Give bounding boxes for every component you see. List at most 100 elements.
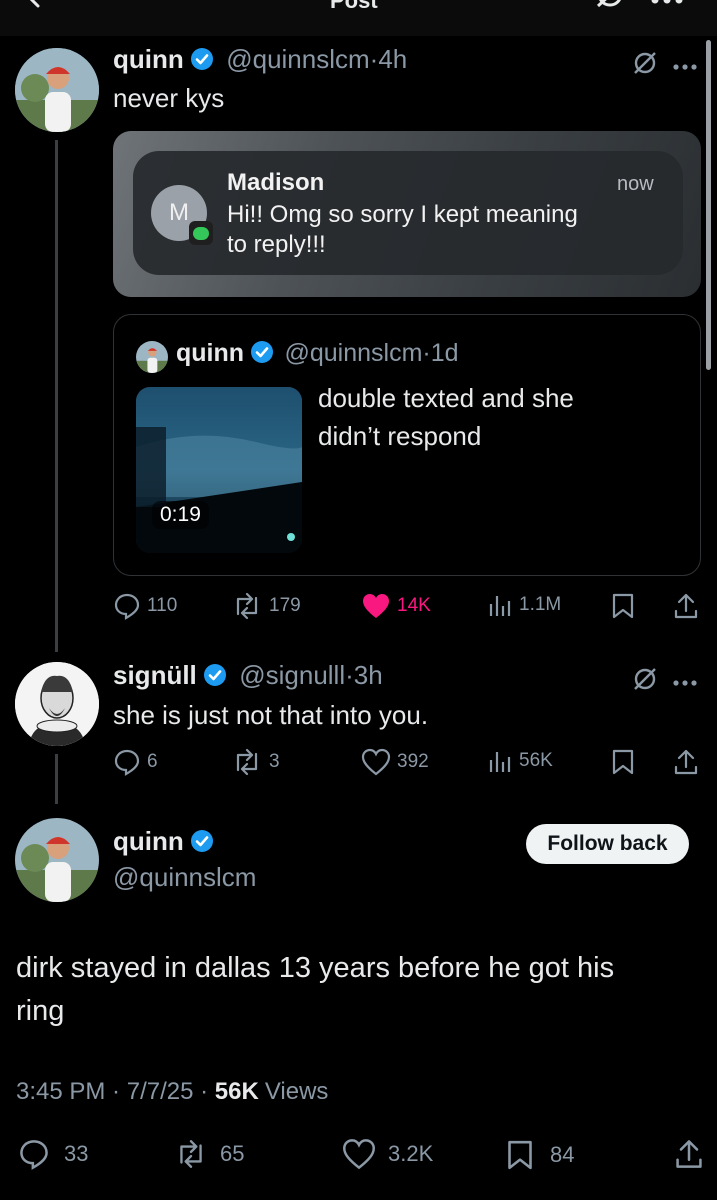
video-thumbnail[interactable]: 0:19 [136,387,302,553]
like-count: 392 [397,751,429,772]
avatar[interactable] [15,818,99,902]
quote-avatar [136,341,168,373]
reply1-header: quinn @quinnslcm·4h [113,44,407,75]
post-metadata: 3:45 PM · 7/7/25 · 56K Views [16,1078,328,1106]
attached-image[interactable]: M Madison now Hi!! Omg so sorry I kept m… [113,131,701,297]
post-date[interactable]: 7/7/25 [127,1078,194,1105]
main-post-text-line-1: dirk stayed in dallas 13 years before he… [16,952,615,984]
reply-icon [114,749,140,776]
share-icon[interactable] [673,748,699,781]
author-handle[interactable]: @signulll [239,660,345,690]
like-count: 14K [397,595,431,616]
grok-icon[interactable] [632,666,658,697]
messages-app-icon [189,221,213,245]
repost-icon [236,748,258,776]
author-name[interactable]: quinn [113,44,184,74]
reply-icon [114,593,140,620]
quote-author-name: quinn [176,339,245,367]
like-button[interactable]: 392 [361,748,429,776]
bookmark-icon[interactable] [611,592,635,625]
repost-icon [180,1140,202,1168]
notification-banner: M Madison now Hi!! Omg so sorry I kept m… [133,151,683,275]
more-options-icon[interactable] [672,58,698,76]
video-duration: 0:19 [152,501,209,529]
avatar[interactable] [15,662,99,746]
reply-button[interactable]: 110 [113,592,177,620]
repost-count: 3 [269,751,280,772]
page-title: Post [330,0,378,13]
more-options-icon[interactable] [650,0,684,8]
thread-line [55,754,58,804]
message-line-1: Hi!! Omg so sorry I kept meaning [227,201,578,228]
follow-back-button[interactable]: Follow back [526,824,689,864]
analytics-icon [489,596,511,616]
quote-text-line-1: double texted and she [318,383,574,413]
author-name[interactable]: signüll [113,660,197,690]
bookmark-icon [508,1140,532,1170]
repost-button[interactable]: 179 [231,592,301,620]
sender-name: Madison [227,169,325,196]
verified-badge-icon [203,663,227,687]
more-options-icon[interactable] [672,674,698,692]
like-button[interactable]: 14K [361,592,431,620]
main-action-bar: 33 65 3.2K 84 [18,1138,708,1172]
verified-badge-icon [190,829,214,853]
post-time[interactable]: 3:45 PM [16,1078,105,1105]
bookmark-count: 84 [550,1142,575,1167]
action-bar: 110 179 14K 1.1M [113,592,703,622]
separator-dot: · [422,339,431,367]
views-count: 56K [214,1078,259,1105]
verified-badge-icon [250,340,274,364]
reply2-header: signüll @signulll·3h [113,660,383,691]
notification-time: now [617,173,654,195]
grok-icon[interactable] [594,0,626,16]
main-post-text-line-2: ring [16,995,65,1027]
reply-count: 6 [147,751,158,772]
like-button[interactable]: 3.2K [342,1138,433,1170]
heart-filled-icon [363,594,389,618]
quote-time: 1d [430,339,459,367]
heart-icon [343,1139,375,1170]
post-time[interactable]: 4h [378,44,407,74]
views-button[interactable]: 56K [487,748,553,774]
repost-count: 179 [269,595,301,616]
reply-count: 110 [147,595,178,616]
bookmark-button[interactable]: 84 [506,1138,574,1172]
repost-count: 65 [220,1141,245,1166]
views-label: Views [264,1078,329,1105]
repost-button[interactable]: 65 [174,1138,244,1170]
quote-author-handle: @quinnslcm [284,339,423,367]
like-count: 3.2K [388,1141,434,1166]
top-bar: Post [0,0,717,36]
share-icon[interactable] [673,592,699,625]
avatar[interactable] [15,48,99,132]
post-text: she is just not that into you. [113,700,429,730]
reply-button[interactable]: 33 [18,1138,88,1170]
post-text: never kys [113,83,225,113]
back-arrow-icon[interactable] [22,0,62,14]
main-author: quinn [113,826,214,857]
views-button[interactable]: 1.1M [487,592,561,618]
post-time[interactable]: 3h [354,660,383,690]
quote-text-line-2: didn’t respond [318,421,482,451]
author-handle[interactable]: @quinnslcm [113,862,256,893]
thread-line [55,140,58,652]
separator-dot: · [345,660,354,690]
bookmark-icon[interactable] [611,748,635,781]
grok-icon[interactable] [632,50,658,81]
separator-dot: · [193,1078,215,1105]
repost-icon [236,592,258,620]
analytics-icon [489,752,511,772]
repost-button[interactable]: 3 [231,748,280,776]
share-icon[interactable] [674,1138,704,1175]
author-handle[interactable]: @quinnslcm [226,44,369,74]
verified-badge-icon [190,47,214,71]
reply-count: 33 [64,1141,89,1166]
view-count: 1.1M [519,594,562,615]
quoted-post[interactable]: quinn @quinnslcm·1d 0:19 double texted a… [113,314,701,576]
author-name[interactable]: quinn [113,826,184,856]
reply-button[interactable]: 6 [113,748,158,776]
scrollbar[interactable] [706,40,711,370]
reply-icon [20,1140,48,1170]
message-line-2: to reply!!! [227,231,326,258]
